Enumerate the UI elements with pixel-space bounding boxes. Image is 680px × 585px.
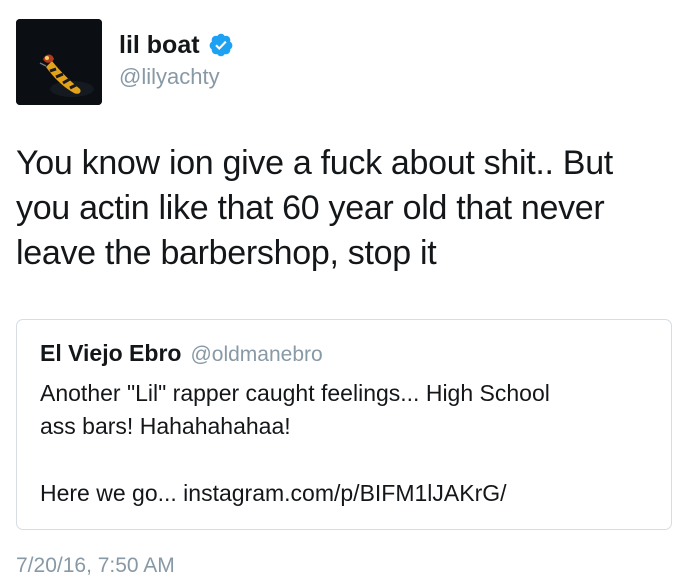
- author-display-name[interactable]: lil boat: [119, 30, 200, 60]
- tweet-text-line: You know ion give a fuck about shit.. Bu…: [16, 144, 613, 182]
- quoted-tweet-text: Another "Lil" rapper caught feelings... …: [40, 377, 660, 443]
- quoted-tweet-card[interactable]: El Viejo Ebro @oldmanebro Another "Lil" …: [16, 319, 672, 530]
- avatar-image: [16, 19, 102, 105]
- author-name-row: lil boat: [119, 30, 234, 60]
- quoted-tweet-line: Another "Lil" rapper caught feelings... …: [40, 380, 550, 406]
- quoted-tweet-link-line[interactable]: Here we go... instagram.com/p/BIFM1lJAKr…: [40, 477, 507, 510]
- quoted-tweet-header: El Viejo Ebro @oldmanebro: [40, 340, 323, 367]
- author-handle[interactable]: @lilyachty: [119, 63, 220, 91]
- avatar[interactable]: [16, 19, 102, 105]
- verified-badge-icon: [209, 33, 232, 57]
- tweet-text-line: you actin like that 60 year old that nev…: [16, 189, 605, 227]
- quoted-author-name: El Viejo Ebro: [40, 340, 182, 366]
- quoted-author-handle: @oldmanebro: [190, 343, 323, 366]
- tweet-text-line: leave the barbershop, stop it: [16, 234, 437, 272]
- quoted-tweet-line: ass bars! Hahahahahaa!: [40, 413, 291, 439]
- tweet-text: You know ion give a fuck about shit.. Bu…: [16, 141, 656, 276]
- tweet-timestamp[interactable]: 7/20/16, 7:50 AM: [16, 553, 175, 579]
